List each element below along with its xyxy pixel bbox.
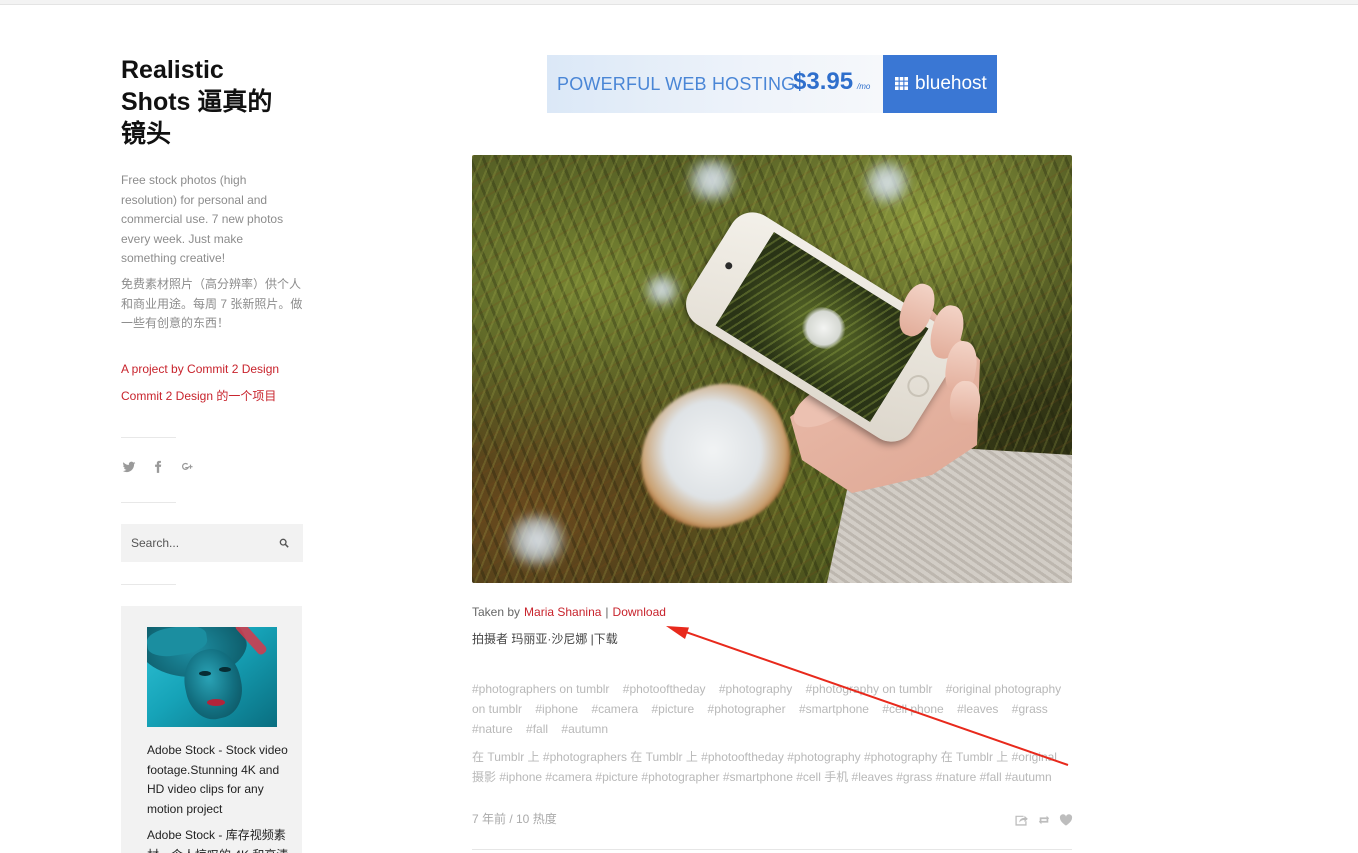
frost-highlight [682, 160, 742, 200]
tag-link[interactable]: #camera [591, 702, 638, 716]
tag-list-zh: 在 Tumblr 上 #photographers 在 Tumblr 上 #ph… [472, 750, 1057, 784]
sidebar-divider [121, 437, 176, 438]
site-description-zh: 免费素材照片（高分辨率）供个人和商业用途。每周 7 张新照片。做一些有创意的东西… [121, 277, 303, 330]
facebook-icon[interactable] [151, 460, 165, 474]
project-link-zh[interactable]: Commit 2 Design 的一个项目 [121, 388, 276, 404]
tag-link[interactable]: #autumn [561, 722, 608, 736]
site-title[interactable]: Realistic Shots 逼真的镜头 [121, 54, 297, 150]
post-photo[interactable] [472, 155, 1072, 583]
tag-link[interactable]: #cell phone [882, 702, 943, 716]
banner-brand-panel: bluehost [883, 55, 997, 113]
photo-caption-zh: 拍摄者 玛丽亚·沙尼娜 |下载 [472, 632, 618, 646]
tag-link[interactable]: #photographer [708, 702, 786, 716]
top-bar [0, 0, 1358, 5]
phone-home-button [903, 370, 934, 402]
ad-thumbnail-lips [207, 699, 225, 706]
tag-link[interactable]: #fall [526, 722, 548, 736]
twitter-icon[interactable] [122, 460, 136, 474]
reblog-icon[interactable] [1037, 814, 1051, 826]
search-input[interactable] [121, 524, 281, 562]
tag-link[interactable]: #leaves [957, 702, 998, 716]
search-icon[interactable] [279, 538, 289, 548]
post-meta[interactable]: 7 年前 / 10 热度 [472, 811, 557, 827]
frost-highlight [642, 275, 682, 305]
tag-link[interactable]: #picture [651, 702, 694, 716]
tag-link[interactable]: #smartphone [799, 702, 869, 716]
sidebar-divider [121, 584, 176, 585]
like-heart-icon[interactable] [1059, 814, 1073, 826]
tag-link[interactable]: #iphone [535, 702, 578, 716]
google-plus-icon[interactable] [180, 460, 194, 474]
banner-brand: bluehost [915, 73, 987, 94]
caption-prefix: Taken by [472, 605, 521, 619]
post-divider [472, 849, 1072, 850]
ad-text-zh[interactable]: Adobe Stock - 库存视频素材。令人惊叹的 4K 和高清 [147, 826, 295, 853]
bluehost-grid-icon [895, 77, 908, 90]
screen-leaf [793, 298, 854, 358]
ad-text-en[interactable]: Adobe Stock - Stock video footage.Stunni… [147, 741, 295, 819]
ad-thumbnail-eye [219, 667, 231, 672]
tag-link[interactable]: #photographers on tumblr [472, 682, 609, 696]
bluehost-banner-ad[interactable]: POWERFUL WEB HOSTING $3.95 /mo bluehost [547, 55, 997, 113]
tag-link[interactable]: #photography [719, 682, 792, 696]
ad-thumbnail-eye [199, 671, 211, 676]
photo-caption: Taken by Maria Shanina | Download [472, 604, 666, 620]
tag-link[interactable]: #photography on tumblr [806, 682, 933, 696]
banner-offer: POWERFUL WEB HOSTING $3.95 /mo [547, 55, 883, 113]
tag-link[interactable]: #grass [1012, 702, 1048, 716]
tag-link[interactable]: #photooftheday [623, 682, 706, 696]
project-link-en[interactable]: A project by Commit 2 Design [121, 361, 279, 377]
frosty-leaf [622, 367, 808, 547]
banner-price-unit: /mo [857, 82, 871, 91]
share-icon[interactable] [1014, 814, 1028, 826]
site-description-en: Free stock photos (high resolution) for … [121, 173, 284, 265]
caption-separator: | [605, 605, 609, 619]
author-link[interactable]: Maria Shanina [524, 605, 601, 619]
ad-thumbnail-image[interactable] [147, 627, 277, 727]
frost-highlight [502, 515, 572, 565]
frost-highlight [862, 160, 912, 205]
tag-link[interactable]: #nature [472, 722, 513, 736]
download-link[interactable]: Download [613, 605, 666, 619]
banner-price: $3.95 [793, 68, 854, 95]
sidebar-ad: Adobe Stock - Stock video footage.Stunni… [121, 606, 302, 853]
search-box [121, 524, 303, 562]
phone-camera [723, 260, 734, 271]
sidebar-divider [121, 502, 176, 503]
tag-list: #photographers on tumblr #photooftheday … [472, 679, 1072, 739]
banner-headline: POWERFUL WEB HOSTING [557, 74, 796, 94]
